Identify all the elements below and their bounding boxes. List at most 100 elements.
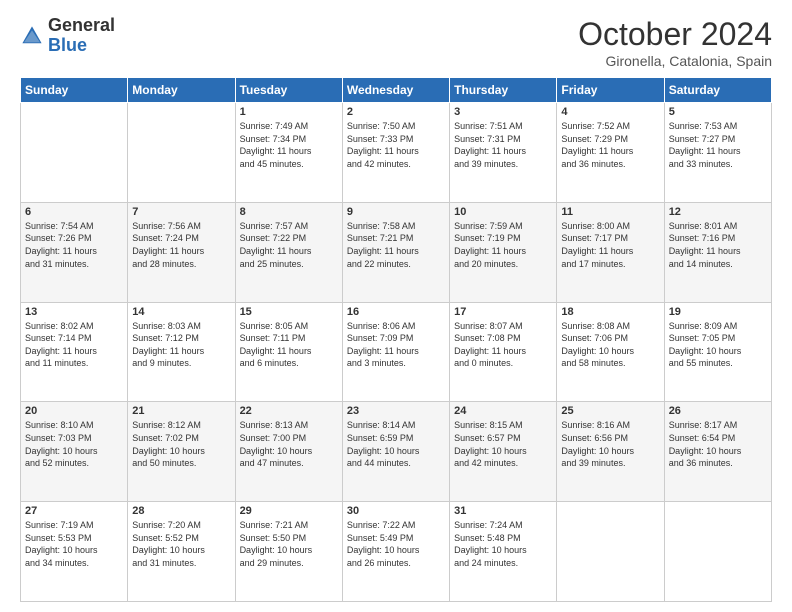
day-number: 27 bbox=[25, 505, 123, 517]
calendar-cell: 24Sunrise: 8:15 AM Sunset: 6:57 PM Dayli… bbox=[450, 402, 557, 502]
calendar-cell: 23Sunrise: 8:14 AM Sunset: 6:59 PM Dayli… bbox=[342, 402, 449, 502]
calendar-cell: 17 Sunrise: 8:07 AM Sunset: 7:08 PM Dayli… bbox=[450, 302, 557, 402]
day-info: Sunrise: 8:10 AM Sunset: 7:03 PM Dayligh… bbox=[25, 419, 123, 469]
day-number: 20 bbox=[25, 405, 123, 417]
calendar-cell: 7Sunrise: 7:56 AM Sunset: 7:24 PM Daylig… bbox=[128, 202, 235, 302]
day-info: Sunrise: 7:50 AM Sunset: 7:33 PM Dayligh… bbox=[347, 120, 445, 170]
calendar-header: Sunday Monday Tuesday Wednesday Thursday… bbox=[21, 78, 772, 103]
day-number: 5 bbox=[669, 106, 767, 118]
day-number: 23 bbox=[347, 405, 445, 417]
col-friday: Friday bbox=[557, 78, 664, 103]
logo-icon bbox=[20, 24, 44, 48]
calendar-cell: 28Sunrise: 7:20 AM Sunset: 5:52 PM Dayli… bbox=[128, 502, 235, 602]
day-number: 3 bbox=[454, 106, 552, 118]
day-number: 4 bbox=[561, 106, 659, 118]
logo-blue-text: Blue bbox=[48, 36, 115, 56]
day-info: Sunrise: 8:07 AM Sunset: 7:08 PM Dayligh… bbox=[454, 320, 552, 370]
day-info: Sunrise: 8:08 AM Sunset: 7:06 PM Dayligh… bbox=[561, 320, 659, 370]
col-wednesday: Wednesday bbox=[342, 78, 449, 103]
calendar-cell: 11 Sunrise: 8:00 AM Sunset: 7:17 PM Dayli… bbox=[557, 202, 664, 302]
calendar-cell: 14Sunrise: 8:03 AM Sunset: 7:12 PM Dayli… bbox=[128, 302, 235, 402]
calendar-cell: 16Sunrise: 8:06 AM Sunset: 7:09 PM Dayli… bbox=[342, 302, 449, 402]
logo-general-text: General bbox=[48, 16, 115, 36]
day-number: 17 bbox=[454, 306, 552, 318]
day-info: Sunrise: 8:12 AM Sunset: 7:02 PM Dayligh… bbox=[132, 419, 230, 469]
calendar-cell: 2 Sunrise: 7:50 AM Sunset: 7:33 PM Daylig… bbox=[342, 103, 449, 203]
calendar-week-2: 6Sunrise: 7:54 AM Sunset: 7:26 PM Daylig… bbox=[21, 202, 772, 302]
day-number: 25 bbox=[561, 405, 659, 417]
day-number: 2 bbox=[347, 106, 445, 118]
day-info: Sunrise: 8:00 AM Sunset: 7:17 PM Dayligh… bbox=[561, 220, 659, 270]
calendar-cell: 5Sunrise: 7:53 AM Sunset: 7:27 PM Daylig… bbox=[664, 103, 771, 203]
calendar-cell: 3 Sunrise: 7:51 AM Sunset: 7:31 PM Daylig… bbox=[450, 103, 557, 203]
col-tuesday: Tuesday bbox=[235, 78, 342, 103]
day-number: 8 bbox=[240, 206, 338, 218]
day-info: Sunrise: 7:58 AM Sunset: 7:21 PM Dayligh… bbox=[347, 220, 445, 270]
day-number: 21 bbox=[132, 405, 230, 417]
calendar-cell: 20 Sunrise: 8:10 AM Sunset: 7:03 PM Dayli… bbox=[21, 402, 128, 502]
day-number: 12 bbox=[669, 206, 767, 218]
day-number: 24 bbox=[454, 405, 552, 417]
calendar-cell: 22 Sunrise: 8:13 AM Sunset: 7:00 PM Dayli… bbox=[235, 402, 342, 502]
day-number: 26 bbox=[669, 405, 767, 417]
subtitle: Gironella, Catalonia, Spain bbox=[578, 53, 772, 69]
calendar-cell bbox=[664, 502, 771, 602]
calendar-cell: 8 Sunrise: 7:57 AM Sunset: 7:22 PM Daylig… bbox=[235, 202, 342, 302]
day-number: 15 bbox=[240, 306, 338, 318]
logo-text: General Blue bbox=[48, 16, 115, 56]
calendar-week-5: 27 Sunrise: 7:19 AM Sunset: 5:53 PM Dayli… bbox=[21, 502, 772, 602]
calendar-cell bbox=[21, 103, 128, 203]
month-title: October 2024 bbox=[578, 16, 772, 53]
calendar-cell: 19Sunrise: 8:09 AM Sunset: 7:05 PM Dayli… bbox=[664, 302, 771, 402]
day-info: Sunrise: 7:21 AM Sunset: 5:50 PM Dayligh… bbox=[240, 519, 338, 569]
calendar-cell: 26 Sunrise: 8:17 AM Sunset: 6:54 PM Dayli… bbox=[664, 402, 771, 502]
col-monday: Monday bbox=[128, 78, 235, 103]
title-block: October 2024 Gironella, Catalonia, Spain bbox=[578, 16, 772, 69]
page: General Blue October 2024 Gironella, Cat… bbox=[0, 0, 792, 612]
calendar-week-4: 20 Sunrise: 8:10 AM Sunset: 7:03 PM Dayli… bbox=[21, 402, 772, 502]
day-info: Sunrise: 8:17 AM Sunset: 6:54 PM Dayligh… bbox=[669, 419, 767, 469]
calendar-cell: 27 Sunrise: 7:19 AM Sunset: 5:53 PM Dayli… bbox=[21, 502, 128, 602]
day-info: Sunrise: 8:16 AM Sunset: 6:56 PM Dayligh… bbox=[561, 419, 659, 469]
day-info: Sunrise: 7:51 AM Sunset: 7:31 PM Dayligh… bbox=[454, 120, 552, 170]
col-saturday: Saturday bbox=[664, 78, 771, 103]
logo: General Blue bbox=[20, 16, 115, 56]
calendar-cell: 10 Sunrise: 7:59 AM Sunset: 7:19 PM Dayli… bbox=[450, 202, 557, 302]
calendar-cell: 13Sunrise: 8:02 AM Sunset: 7:14 PM Dayli… bbox=[21, 302, 128, 402]
calendar-week-3: 13Sunrise: 8:02 AM Sunset: 7:14 PM Dayli… bbox=[21, 302, 772, 402]
calendar-cell: 9 Sunrise: 7:58 AM Sunset: 7:21 PM Daylig… bbox=[342, 202, 449, 302]
day-info: Sunrise: 7:59 AM Sunset: 7:19 PM Dayligh… bbox=[454, 220, 552, 270]
calendar-cell: 18Sunrise: 8:08 AM Sunset: 7:06 PM Dayli… bbox=[557, 302, 664, 402]
day-info: Sunrise: 7:19 AM Sunset: 5:53 PM Dayligh… bbox=[25, 519, 123, 569]
day-info: Sunrise: 7:56 AM Sunset: 7:24 PM Dayligh… bbox=[132, 220, 230, 270]
day-number: 30 bbox=[347, 505, 445, 517]
day-number: 22 bbox=[240, 405, 338, 417]
day-info: Sunrise: 8:06 AM Sunset: 7:09 PM Dayligh… bbox=[347, 320, 445, 370]
calendar-body: 1 Sunrise: 7:49 AM Sunset: 7:34 PM Daylig… bbox=[21, 103, 772, 602]
day-number: 1 bbox=[240, 106, 338, 118]
day-info: Sunrise: 7:20 AM Sunset: 5:52 PM Dayligh… bbox=[132, 519, 230, 569]
day-info: Sunrise: 7:57 AM Sunset: 7:22 PM Dayligh… bbox=[240, 220, 338, 270]
calendar-cell: 29 Sunrise: 7:21 AM Sunset: 5:50 PM Dayli… bbox=[235, 502, 342, 602]
calendar-cell: 31Sunrise: 7:24 AM Sunset: 5:48 PM Dayli… bbox=[450, 502, 557, 602]
calendar-cell: 25 Sunrise: 8:16 AM Sunset: 6:56 PM Dayli… bbox=[557, 402, 664, 502]
day-number: 10 bbox=[454, 206, 552, 218]
day-info: Sunrise: 8:01 AM Sunset: 7:16 PM Dayligh… bbox=[669, 220, 767, 270]
calendar-cell: 12 Sunrise: 8:01 AM Sunset: 7:16 PM Dayli… bbox=[664, 202, 771, 302]
calendar-cell bbox=[128, 103, 235, 203]
day-info: Sunrise: 8:09 AM Sunset: 7:05 PM Dayligh… bbox=[669, 320, 767, 370]
calendar-cell: 1 Sunrise: 7:49 AM Sunset: 7:34 PM Daylig… bbox=[235, 103, 342, 203]
day-number: 31 bbox=[454, 505, 552, 517]
calendar-cell: 6Sunrise: 7:54 AM Sunset: 7:26 PM Daylig… bbox=[21, 202, 128, 302]
calendar-week-1: 1 Sunrise: 7:49 AM Sunset: 7:34 PM Daylig… bbox=[21, 103, 772, 203]
day-number: 11 bbox=[561, 206, 659, 218]
day-info: Sunrise: 8:05 AM Sunset: 7:11 PM Dayligh… bbox=[240, 320, 338, 370]
day-info: Sunrise: 7:49 AM Sunset: 7:34 PM Dayligh… bbox=[240, 120, 338, 170]
day-number: 9 bbox=[347, 206, 445, 218]
day-number: 6 bbox=[25, 206, 123, 218]
col-sunday: Sunday bbox=[21, 78, 128, 103]
day-number: 29 bbox=[240, 505, 338, 517]
calendar: Sunday Monday Tuesday Wednesday Thursday… bbox=[20, 77, 772, 602]
day-info: Sunrise: 8:13 AM Sunset: 7:00 PM Dayligh… bbox=[240, 419, 338, 469]
header: General Blue October 2024 Gironella, Cat… bbox=[20, 16, 772, 69]
